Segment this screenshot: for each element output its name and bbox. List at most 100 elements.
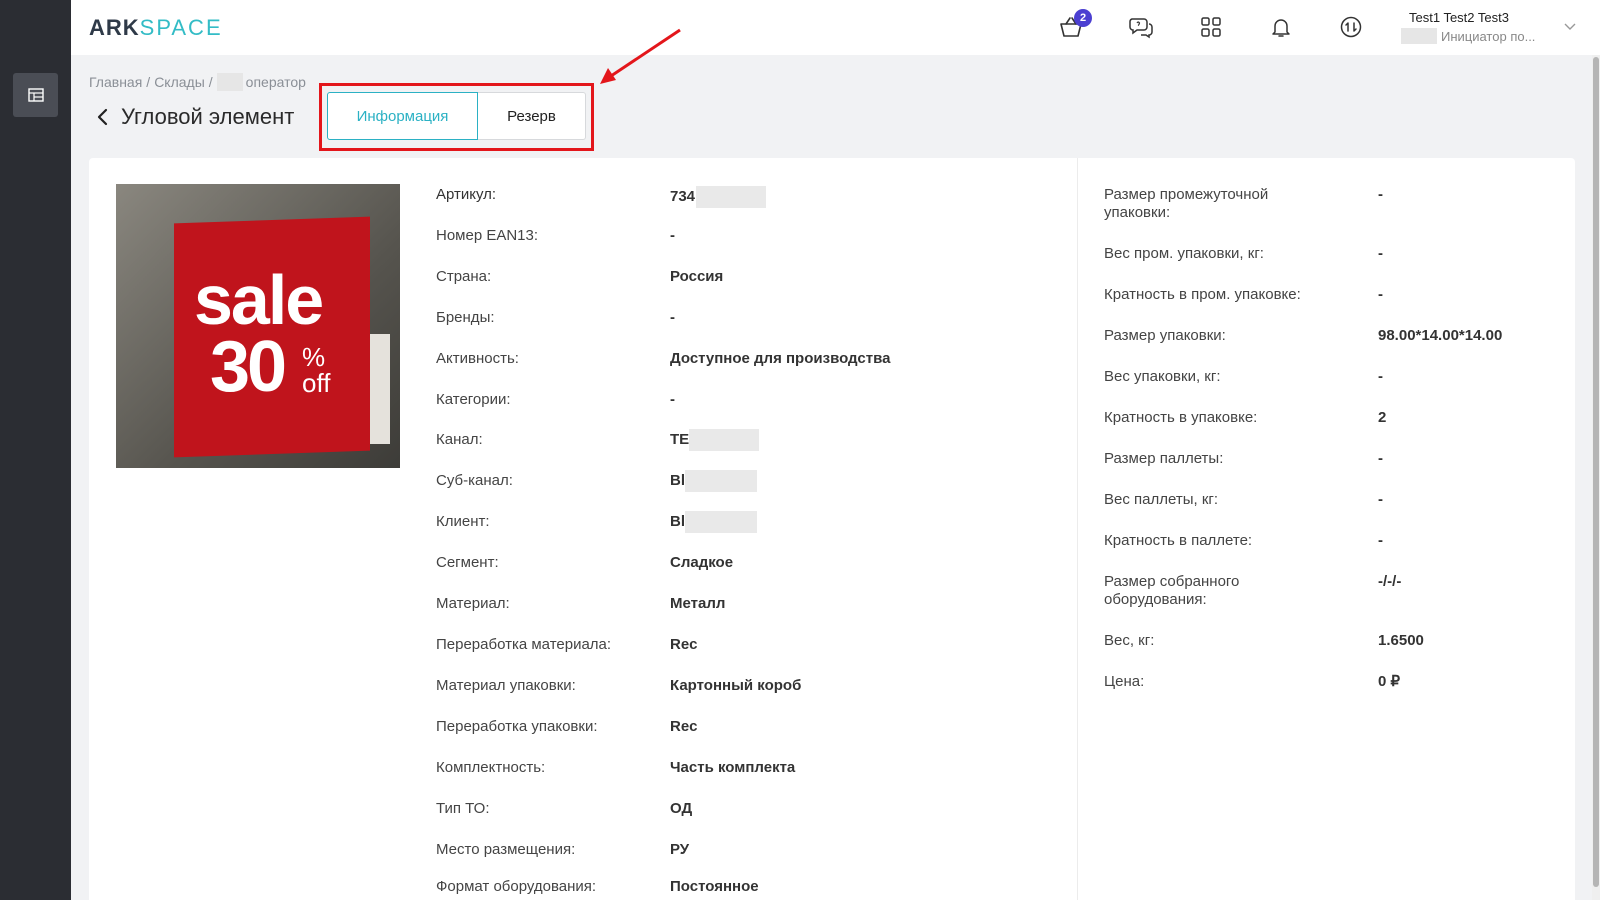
field-label: Артикул: (436, 186, 497, 203)
product-image: sale 30 % off (116, 184, 400, 468)
notifications-button[interactable] (1266, 12, 1296, 42)
field-label: Вес пром. упаковки, кг: (1104, 245, 1264, 262)
field-value-text: Bl (670, 471, 685, 489)
top-bar: ARKSPACE 2 Test1 Test2 Test3 Инициатор п… (71, 0, 1600, 55)
breadcrumb-separator: / (208, 74, 213, 90)
app-logo[interactable]: ARKSPACE (89, 15, 223, 41)
logo-part-1: ARK (89, 15, 140, 40)
field-value: - (1378, 286, 1383, 303)
field-label: Категории: (436, 391, 511, 408)
field-label: Размер паллеты: (1104, 450, 1224, 467)
annotation-arrow-icon (600, 28, 681, 84)
page-scrollbar[interactable] (1592, 55, 1600, 900)
field-value: Rec (670, 718, 698, 735)
field-label: Материал: (436, 595, 510, 612)
sync-icon (1340, 16, 1362, 38)
field-label-line: оборудования: (1104, 591, 1207, 608)
field-value: - (1378, 532, 1383, 549)
field-value: Bl (670, 470, 757, 492)
field-value: 2 (1378, 409, 1387, 426)
redacted-block (685, 470, 757, 492)
field-label: Канал: (436, 431, 483, 448)
field-value: - (1378, 450, 1383, 467)
bell-icon (1272, 19, 1290, 37)
image-text-number: 30 (210, 327, 287, 407)
field-label: Номер EAN13: (436, 227, 539, 244)
redacted-block (1401, 28, 1437, 44)
table-grid-icon (27, 88, 44, 102)
tab-reserve[interactable]: Резерв (478, 92, 586, 140)
field-label: Размер промежуточной упаковки: (1104, 186, 1268, 222)
field-value: - (1378, 186, 1383, 203)
image-text-off: off (302, 368, 331, 398)
cart-count-badge: 2 (1074, 9, 1092, 27)
scrollbar-thumb[interactable] (1593, 57, 1599, 887)
redacted-block (685, 511, 757, 533)
field-label: Активность: (436, 350, 519, 367)
field-label: Размер собранного оборудования: (1104, 573, 1239, 609)
field-value: РУ (670, 841, 690, 858)
field-label: Формат оборудования: (436, 878, 597, 895)
field-value: Металл (670, 595, 726, 612)
breadcrumb-current: оператор (245, 74, 306, 90)
field-value: -/-/- (1378, 573, 1402, 590)
field-value: - (670, 391, 675, 408)
field-label: Суб-канал: (436, 472, 513, 489)
field-value: - (670, 227, 675, 244)
field-label-line: Размер промежуточной (1104, 186, 1269, 203)
redacted-block (216, 73, 243, 91)
field-value: Россия (670, 268, 724, 285)
field-label-line: Размер собранного (1104, 573, 1240, 590)
chevron-left-icon (97, 108, 108, 126)
apps-button[interactable] (1196, 12, 1226, 42)
field-label: Вес паллеты, кг: (1104, 491, 1219, 508)
field-label: Переработка упаковки: (436, 718, 598, 735)
field-value: Rec (670, 636, 698, 653)
field-value: 98.00*14.00*14.00 (1378, 327, 1503, 344)
field-value-text: 734 (670, 187, 696, 205)
field-label: Страна: (436, 268, 492, 285)
field-label: Сегмент: (436, 554, 499, 571)
user-role-text: Инициатор по... (1441, 28, 1536, 44)
breadcrumb-warehouses[interactable]: Склады (154, 74, 205, 90)
logo-part-2: SPACE (139, 15, 223, 40)
field-label: Вес упаковки, кг: (1104, 368, 1221, 385)
breadcrumb: Главная / Склады / оператор (89, 73, 306, 91)
breadcrumb-home[interactable]: Главная (89, 74, 142, 90)
field-value: Bl (670, 511, 757, 533)
tab-information[interactable]: Информация (327, 92, 478, 140)
cart-button[interactable]: 2 (1056, 9, 1092, 42)
field-label: Бренды: (436, 309, 495, 326)
card-divider (1077, 158, 1078, 900)
field-label: Место размещения: (436, 841, 576, 858)
breadcrumb-separator: / (146, 74, 151, 90)
field-value: - (1378, 491, 1383, 508)
tab-bar: Информация Резерв (327, 92, 586, 140)
left-rail (0, 0, 71, 900)
field-label: Кратность в пром. упаковке: (1104, 286, 1301, 303)
field-value: 1.6500 (1378, 632, 1424, 649)
grid-icon (1201, 17, 1221, 37)
field-label: Размер упаковки: (1104, 327, 1226, 344)
chat-button[interactable] (1126, 12, 1156, 42)
back-button[interactable] (93, 106, 113, 128)
field-value-text: Bl (670, 512, 685, 530)
field-label: Кратность в упаковке: (1104, 409, 1258, 426)
user-menu-chevron[interactable] (1563, 19, 1577, 38)
field-value: - (1378, 245, 1383, 262)
field-value: Часть комплекта (670, 759, 796, 776)
field-label-line: упаковки: (1104, 204, 1171, 221)
redacted-block (696, 186, 767, 208)
field-value: - (1378, 368, 1383, 385)
catalog-menu-button[interactable] (13, 73, 58, 117)
field-label: Цена: (1104, 673, 1145, 690)
sync-button[interactable] (1336, 12, 1366, 42)
field-label: Кратность в паллете: (1104, 532, 1253, 549)
field-value: 734 (670, 186, 767, 208)
redacted-block (689, 429, 760, 451)
page-title: Угловой элемент (121, 104, 295, 129)
field-label: Клиент: (436, 513, 490, 530)
field-value: TE (670, 429, 760, 451)
field-value: Постоянное (670, 878, 759, 895)
field-value: Сладкое (670, 554, 734, 571)
